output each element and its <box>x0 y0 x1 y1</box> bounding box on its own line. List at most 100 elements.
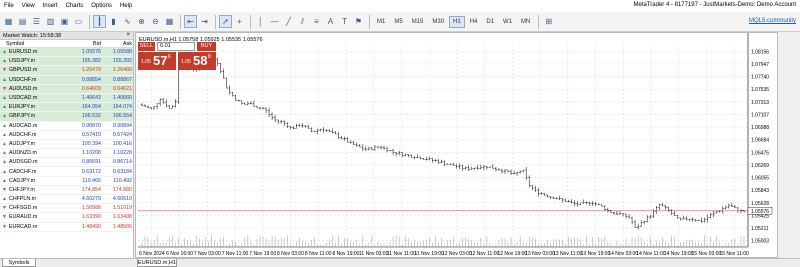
terminal-icon[interactable]: ▭ <box>72 15 85 28</box>
cursor-icon[interactable]: ➚ <box>219 15 232 28</box>
trend-line-icon[interactable]: ╱ <box>282 15 295 28</box>
chart-shift-icon[interactable]: ⇥ <box>198 15 211 28</box>
x-tick-label: 8 Nov 19:00 <box>332 251 359 257</box>
zoom-out-icon[interactable]: ⊖ <box>149 15 162 28</box>
bid-price: 4.60279 <box>81 196 101 203</box>
market-watch-row[interactable]: ▲ EURJPY.m 164.054 164.074 <box>0 103 133 113</box>
y-tick-label: 1.05211 <box>751 226 769 232</box>
bid-price: 0.64609 <box>81 85 101 92</box>
mql5-community-link[interactable]: MQL5.community <box>749 18 796 24</box>
chart-window[interactable]: 1.08156 1.07947 1.07740 1.07535 1.07313 1.071… <box>135 32 778 258</box>
tile-windows-icon[interactable]: ▦ <box>163 15 176 28</box>
market-watch-row[interactable]: ▲ EURUSD.m 1.05576 1.05588 <box>0 48 133 58</box>
market-watch-icon[interactable]: ☰ <box>30 15 43 28</box>
timeframe-h1[interactable]: H1 <box>449 15 465 28</box>
sell-button[interactable]: SELL <box>138 42 155 51</box>
timeframe-m15[interactable]: M15 <box>408 16 428 28</box>
autoscroll-icon[interactable]: ⇤ <box>184 15 197 28</box>
timeframe-h4[interactable]: H4 <box>466 16 482 28</box>
market-watch-row[interactable]: ▲ CADCHF.m 0.63172 0.63184 <box>0 167 133 177</box>
bid-price: 0.90870 <box>81 122 101 129</box>
up-arrow-icon: ▲ <box>2 113 7 120</box>
vertical-line-icon[interactable]: │ <box>254 15 267 28</box>
timeframe-mn[interactable]: MN <box>517 16 534 28</box>
market-watch-row[interactable]: ▼ GBPUSD.m 1.26479 1.26489 <box>0 66 133 76</box>
market-watch-symbol-cell: ▲ EURJPY.m <box>0 104 66 110</box>
bid-price: 1.63390 <box>81 214 101 221</box>
timeframe-m30[interactable]: M30 <box>428 16 448 28</box>
timeframe-m5[interactable]: M5 <box>390 16 406 28</box>
timeframe-w1[interactable]: W1 <box>499 16 516 28</box>
menu-charts[interactable]: Charts <box>62 3 88 9</box>
lot-size-input[interactable]: 0.01 <box>157 42 195 51</box>
timeframe-d1[interactable]: D1 <box>482 16 498 28</box>
fibonacci-icon[interactable]: ≡ <box>310 15 323 28</box>
column-header-bid[interactable]: Bid <box>66 41 101 47</box>
market-watch-row[interactable]: ▲ AUDCHF.m 0.57410 0.57424 <box>0 131 133 140</box>
channel-icon[interactable]: ⫽ <box>296 15 309 28</box>
y-tick-label: 1.06684 <box>751 138 769 144</box>
up-arrow-icon: ▲ <box>2 140 7 147</box>
symbol-name: CHFPLN.m <box>9 196 37 203</box>
column-header-ask[interactable]: Ask <box>101 41 132 47</box>
crosshair-icon[interactable]: + <box>233 15 246 28</box>
text-tool-icon[interactable]: A <box>324 15 337 28</box>
market-watch-symbol-cell: ▲ AUDCAD.m <box>0 123 66 129</box>
market-watch-row[interactable]: ▲ AUDCAD.m 0.90870 0.90894 <box>0 122 133 131</box>
market-watch-symbol-cell: ▲ CADCHF.m <box>0 169 66 175</box>
tab-eurusd-h1[interactable]: EURUSD.m,H1 <box>137 259 177 267</box>
symbol-name: CADCHF.m <box>9 168 37 175</box>
line-chart-icon[interactable]: ∿ <box>121 15 134 28</box>
market-watch-row[interactable]: ▲ GBPJPY.m 196.532 196.554 <box>0 112 133 122</box>
market-watch-row[interactable]: ▲ AUDNZD.m 1.10208 1.10228 <box>0 149 133 159</box>
y-tick-label: 1.06475 <box>751 150 769 156</box>
menu-help[interactable]: Help <box>116 3 136 9</box>
tab-symbols[interactable]: Symbols <box>2 259 36 267</box>
symbol-name: AUDCHF.m <box>9 131 37 138</box>
toolbar-separator <box>369 14 370 29</box>
market-watch-row[interactable]: ▼ CHFSGD.m 1.50988 1.51019 <box>0 204 133 214</box>
market-watch-symbol-cell: ▲ AUDNZD.m <box>0 150 66 156</box>
menu-view[interactable]: View <box>18 3 39 9</box>
x-tick-label: 13 Nov 11:00 <box>553 251 583 257</box>
market-watch-row[interactable]: ▲ AUDSGD.m 0.86691 0.86714 <box>0 158 133 168</box>
market-watch-row[interactable]: ▲ USDJPY.m 155.382 155.392 <box>0 57 133 67</box>
market-watch-row[interactable]: ▲ CHFPLN.m 4.60279 4.60510 <box>0 195 133 205</box>
market-watch-row[interactable]: ▲ USDCHF.m 0.88854 0.88867 <box>0 75 133 85</box>
column-header-symbol[interactable]: Symbol <box>0 41 66 47</box>
new-chart-icon[interactable]: ▦ <box>2 15 15 28</box>
market-watch-symbol-cell: ▲ AUDCHF.m <box>0 132 66 138</box>
arrows-icon[interactable]: ⚑ <box>352 15 365 28</box>
market-watch-row[interactable]: ▼ EURAUD.m 1.63390 1.63408 <box>0 213 133 223</box>
profiles-icon[interactable]: ▤ <box>16 15 29 28</box>
close-icon[interactable]: × <box>126 32 130 38</box>
market-watch-symbol-cell: ▲ GBPJPY.m <box>0 113 66 119</box>
menu-options[interactable]: Options <box>87 3 116 9</box>
data-window-icon[interactable]: ▥ <box>44 15 57 28</box>
market-watch-row[interactable]: ▼ EURCAD.m 1.48490 1.48506 <box>0 223 133 232</box>
price-chart[interactable]: 1.08156 1.07947 1.07740 1.07535 1.07313 1.071… <box>136 33 779 259</box>
candlestick-icon[interactable]: ▮ <box>107 15 120 28</box>
buy-button[interactable]: BUY <box>197 42 216 51</box>
market-watch-row[interactable]: ▼ AUDUSD.m 0.64609 0.64621 <box>0 84 133 94</box>
menu-file[interactable]: File <box>0 3 18 9</box>
sell-price-button[interactable]: 1.05 57 6 <box>138 52 176 70</box>
text-label-icon[interactable]: T <box>338 15 351 28</box>
bid-price: 196.532 <box>81 113 101 120</box>
market-watch-row[interactable]: ▼ CHFJPY.m 174.854 174.880 <box>0 186 133 195</box>
market-watch-row[interactable]: ▲ CADJPY.m 110.465 110.492 <box>0 177 133 186</box>
menu-insert[interactable]: Insert <box>39 3 62 9</box>
horizontal-line-icon[interactable]: ― <box>268 15 281 28</box>
bar-chart-icon[interactable]: ┃ <box>93 15 106 28</box>
market-watch-row[interactable]: ▲ AUDJPY.m 100.394 100.416 <box>0 140 133 150</box>
up-arrow-icon: ▲ <box>2 196 7 203</box>
market-watch-row[interactable]: ▲ USDCAD.m 1.40643 1.40660 <box>0 93 133 104</box>
timeframe-m1[interactable]: M1 <box>373 16 389 28</box>
ask-price: 110.492 <box>113 177 132 184</box>
ask-price: 4.60510 <box>112 196 132 203</box>
zoom-in-icon[interactable]: ⊕ <box>135 15 148 28</box>
navigator-icon[interactable]: ▣ <box>58 15 71 28</box>
templates-icon[interactable]: ⊞ <box>542 15 555 28</box>
ask-price: 174.880 <box>112 186 132 193</box>
buy-price-button[interactable]: 1.05 58 8 <box>178 52 216 70</box>
